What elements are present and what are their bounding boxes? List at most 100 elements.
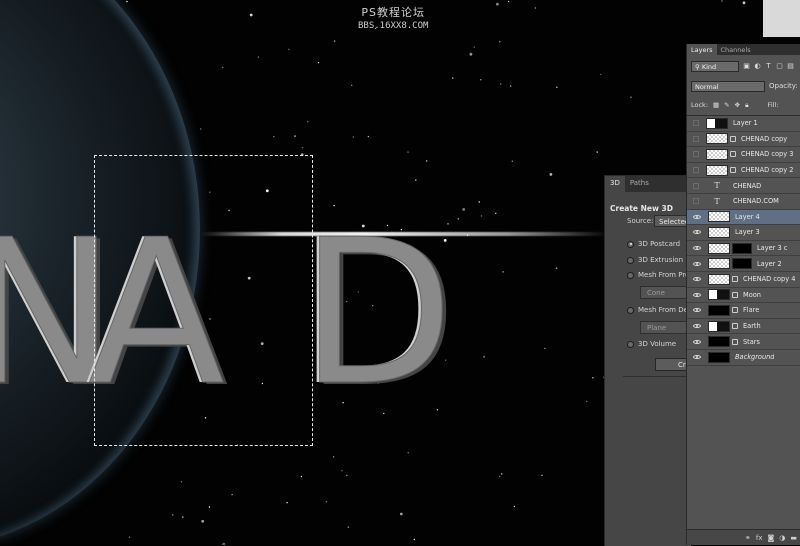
radio-icon[interactable]: [627, 256, 634, 264]
star: [457, 218, 459, 220]
star: [507, 0, 510, 3]
layer-row[interactable]: Layer 1: [687, 116, 800, 132]
radio-icon[interactable]: [627, 271, 634, 279]
lock-all-icon[interactable]: 🔒︎: [745, 101, 748, 110]
link-icon[interactable]: ⚭: [745, 534, 751, 542]
star: [351, 84, 353, 87]
mask-icon[interactable]: ◙: [767, 534, 774, 542]
eye-icon[interactable]: [693, 260, 701, 268]
layer-row[interactable]: CHENAD copy 2: [687, 163, 800, 179]
smart-object-icon: [730, 151, 736, 158]
image-filter-icon[interactable]: ▣: [743, 62, 750, 70]
option-3d-postcard[interactable]: 3D Postcard: [627, 240, 680, 248]
smart-object-icon: [732, 338, 738, 345]
star: [721, 0, 723, 2]
star: [413, 538, 415, 541]
filter-row: ⚲ Kind ▣ ◐ T ▢ ▤: [691, 60, 800, 72]
eye-icon[interactable]: [693, 291, 701, 299]
layer-row[interactable]: Layer 3 c: [687, 241, 800, 257]
eye-icon[interactable]: [693, 338, 701, 346]
type-filter-icon[interactable]: T: [765, 62, 772, 70]
smart-object-icon: [732, 323, 738, 330]
tab-channels[interactable]: Channels: [717, 44, 755, 55]
eye-icon[interactable]: [693, 228, 701, 236]
star: [172, 514, 174, 516]
layer-row[interactable]: Earth: [687, 319, 800, 335]
fill-label: Fill:: [767, 101, 779, 109]
layer-row[interactable]: Stars: [687, 334, 800, 350]
star: [407, 151, 409, 153]
blend-mode-select[interactable]: Normal: [691, 80, 765, 92]
visibility-off-icon[interactable]: [693, 198, 699, 205]
visibility-off-icon[interactable]: [693, 135, 699, 142]
option-label: 3D Postcard: [638, 240, 681, 248]
lock-position-icon[interactable]: ✥: [735, 101, 740, 109]
eye-icon[interactable]: [693, 322, 701, 330]
layer-row[interactable]: Layer 4: [687, 209, 800, 226]
visibility-off-icon[interactable]: [693, 167, 699, 174]
radio-checked-icon[interactable]: [627, 240, 634, 248]
layer-row[interactable]: Flare: [687, 303, 800, 319]
smart-object-icon: [730, 135, 736, 142]
star: [222, 66, 224, 69]
layer-name: Flare: [743, 306, 760, 315]
layer-name: Layer 4: [735, 212, 760, 221]
layer-row[interactable]: Background: [687, 350, 800, 366]
eye-icon[interactable]: [693, 244, 701, 252]
visibility-off-icon[interactable]: [693, 151, 699, 158]
layer-thumbnail: [708, 226, 730, 238]
star: [549, 173, 553, 176]
layer-mask-thumbnail[interactable]: [732, 258, 752, 270]
layer-name: Stars: [743, 337, 760, 346]
lock-paint-icon[interactable]: ✎: [724, 101, 729, 109]
layer-thumbnail: [708, 351, 730, 363]
fx-icon[interactable]: fx: [756, 534, 763, 542]
option-3d-volume[interactable]: 3D Volume: [627, 340, 676, 348]
eye-icon[interactable]: [693, 353, 701, 361]
visibility-off-icon[interactable]: [693, 182, 699, 189]
layer-row[interactable]: T CHENAD: [687, 178, 800, 194]
layer-row[interactable]: CHENAD copy 3: [687, 147, 800, 163]
layer-row[interactable]: Layer 3: [687, 225, 800, 241]
radio-icon[interactable]: [627, 340, 634, 348]
marquee-selection[interactable]: [94, 155, 313, 446]
layer-thumbnail: [706, 148, 728, 160]
tab-3d[interactable]: 3D: [605, 176, 625, 192]
radio-icon[interactable]: [627, 306, 634, 314]
star: [346, 474, 348, 477]
layer-row[interactable]: Moon: [687, 288, 800, 304]
layer-row[interactable]: Layer 2: [687, 256, 800, 272]
tab-layers[interactable]: Layers: [687, 44, 717, 55]
layer-row[interactable]: CHENAD copy: [687, 132, 800, 148]
watermark: PS教程论坛 BBS.16XX8.COM: [358, 4, 428, 31]
layer-mask-thumbnail[interactable]: [732, 242, 752, 254]
option-3d-extrusion[interactable]: 3D Extrusion: [627, 256, 683, 264]
option-mesh-from-preset[interactable]: Mesh From Pre: [627, 271, 689, 279]
visibility-off-icon[interactable]: [693, 120, 699, 127]
layer-thumbnail: [706, 164, 728, 176]
kind-filter-select[interactable]: ⚲ Kind: [691, 60, 739, 72]
star: [286, 502, 288, 504]
adjustment-filter-icon[interactable]: ◐: [754, 62, 761, 70]
layer-row[interactable]: CHENAD copy 4: [687, 272, 800, 288]
smart-object-filter-icon[interactable]: ▤: [787, 62, 794, 70]
star: [483, 356, 485, 358]
layer-thumbnail: [708, 242, 730, 254]
layer-name: CHENAD: [733, 181, 762, 190]
tab-paths[interactable]: Paths: [625, 176, 654, 192]
option-mesh-from-depth[interactable]: Mesh From Dep: [627, 306, 692, 314]
folder-icon[interactable]: ▬: [790, 534, 797, 542]
eye-icon[interactable]: [693, 213, 701, 221]
lock-transparent-icon[interactable]: ▦: [713, 101, 719, 109]
eye-icon[interactable]: [693, 275, 701, 283]
star: [502, 271, 504, 273]
shape-filter-icon[interactable]: ▢: [776, 62, 783, 70]
panel-3d-title: Create New 3D: [610, 204, 673, 213]
eye-icon[interactable]: [693, 306, 701, 314]
star: [500, 83, 502, 85]
layer-row[interactable]: T CHENAD.COM: [687, 194, 800, 210]
adjustment-icon[interactable]: ◑: [779, 534, 785, 542]
star: [544, 347, 546, 350]
star: [257, 56, 260, 58]
option-label: Mesh From Pre: [638, 271, 690, 279]
